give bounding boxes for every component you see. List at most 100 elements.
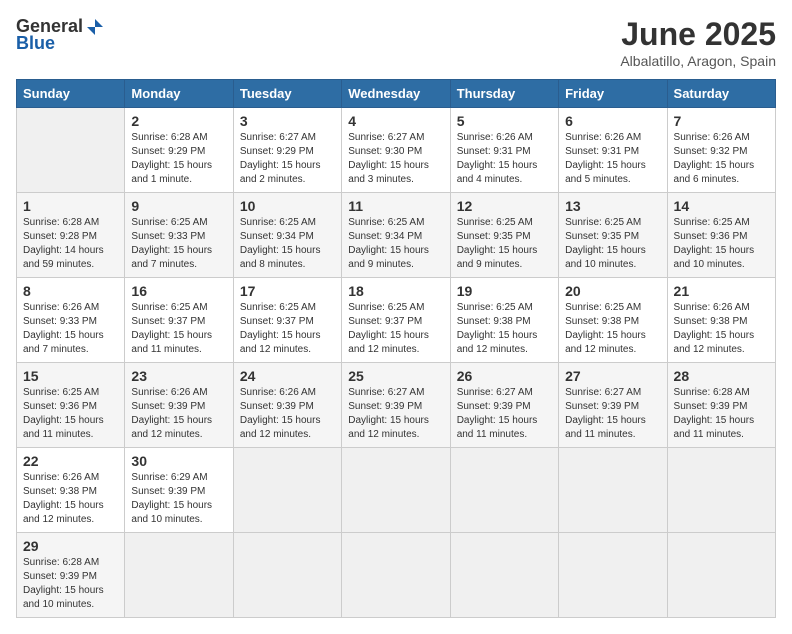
day-number: 1 xyxy=(23,198,118,214)
day-number: 27 xyxy=(565,368,660,384)
day-info: Sunrise: 6:27 AM Sunset: 9:29 PM Dayligh… xyxy=(240,131,335,187)
day-number: 24 xyxy=(240,368,335,384)
table-row: 10 Sunrise: 6:25 AM Sunset: 9:34 PM Dayl… xyxy=(233,193,341,278)
table-row xyxy=(342,448,450,533)
page-header: General Blue June 2025 Albalatillo, Arag… xyxy=(16,16,776,69)
day-number: 3 xyxy=(240,113,335,129)
day-number: 5 xyxy=(457,113,552,129)
table-row: 18 Sunrise: 6:25 AM Sunset: 9:37 PM Dayl… xyxy=(342,278,450,363)
day-info: Sunrise: 6:25 AM Sunset: 9:36 PM Dayligh… xyxy=(23,386,118,442)
day-info: Sunrise: 6:27 AM Sunset: 9:30 PM Dayligh… xyxy=(348,131,443,187)
calendar-row: 2 Sunrise: 6:28 AM Sunset: 9:29 PM Dayli… xyxy=(17,108,776,193)
header-thursday: Thursday xyxy=(450,80,558,108)
calendar-table: Sunday Monday Tuesday Wednesday Thursday… xyxy=(16,79,776,618)
day-number: 6 xyxy=(565,113,660,129)
table-row: 22 Sunrise: 6:26 AM Sunset: 9:38 PM Dayl… xyxy=(17,448,125,533)
day-info: Sunrise: 6:25 AM Sunset: 9:34 PM Dayligh… xyxy=(240,216,335,272)
day-info: Sunrise: 6:26 AM Sunset: 9:39 PM Dayligh… xyxy=(240,386,335,442)
day-number: 28 xyxy=(674,368,769,384)
table-row: 13 Sunrise: 6:25 AM Sunset: 9:35 PM Dayl… xyxy=(559,193,667,278)
day-info: Sunrise: 6:25 AM Sunset: 9:37 PM Dayligh… xyxy=(348,301,443,357)
table-row: 19 Sunrise: 6:25 AM Sunset: 9:38 PM Dayl… xyxy=(450,278,558,363)
table-row xyxy=(17,108,125,193)
day-number: 10 xyxy=(240,198,335,214)
table-row: 29 Sunrise: 6:28 AM Sunset: 9:39 PM Dayl… xyxy=(17,533,125,618)
day-number: 20 xyxy=(565,283,660,299)
table-row: 5 Sunrise: 6:26 AM Sunset: 9:31 PM Dayli… xyxy=(450,108,558,193)
table-row: 2 Sunrise: 6:28 AM Sunset: 9:29 PM Dayli… xyxy=(125,108,233,193)
table-row: 16 Sunrise: 6:25 AM Sunset: 9:37 PM Dayl… xyxy=(125,278,233,363)
calendar-row: 22 Sunrise: 6:26 AM Sunset: 9:38 PM Dayl… xyxy=(17,448,776,533)
table-row: 3 Sunrise: 6:27 AM Sunset: 9:29 PM Dayli… xyxy=(233,108,341,193)
table-row xyxy=(667,533,775,618)
logo-blue: Blue xyxy=(16,33,55,54)
day-info: Sunrise: 6:25 AM Sunset: 9:33 PM Dayligh… xyxy=(131,216,226,272)
day-number: 16 xyxy=(131,283,226,299)
table-row: 23 Sunrise: 6:26 AM Sunset: 9:39 PM Dayl… xyxy=(125,363,233,448)
day-number: 15 xyxy=(23,368,118,384)
table-row: 4 Sunrise: 6:27 AM Sunset: 9:30 PM Dayli… xyxy=(342,108,450,193)
header-sunday: Sunday xyxy=(17,80,125,108)
day-info: Sunrise: 6:26 AM Sunset: 9:31 PM Dayligh… xyxy=(565,131,660,187)
day-info: Sunrise: 6:25 AM Sunset: 9:35 PM Dayligh… xyxy=(457,216,552,272)
day-info: Sunrise: 6:27 AM Sunset: 9:39 PM Dayligh… xyxy=(457,386,552,442)
day-info: Sunrise: 6:28 AM Sunset: 9:28 PM Dayligh… xyxy=(23,216,118,272)
table-row: 12 Sunrise: 6:25 AM Sunset: 9:35 PM Dayl… xyxy=(450,193,558,278)
table-row: 15 Sunrise: 6:25 AM Sunset: 9:36 PM Dayl… xyxy=(17,363,125,448)
table-row xyxy=(667,448,775,533)
day-info: Sunrise: 6:28 AM Sunset: 9:39 PM Dayligh… xyxy=(23,556,118,612)
day-number: 2 xyxy=(131,113,226,129)
day-number: 14 xyxy=(674,198,769,214)
table-row: 28 Sunrise: 6:28 AM Sunset: 9:39 PM Dayl… xyxy=(667,363,775,448)
day-info: Sunrise: 6:25 AM Sunset: 9:37 PM Dayligh… xyxy=(240,301,335,357)
logo: General Blue xyxy=(16,16,105,54)
day-number: 29 xyxy=(23,538,118,554)
table-row xyxy=(450,533,558,618)
table-row: 11 Sunrise: 6:25 AM Sunset: 9:34 PM Dayl… xyxy=(342,193,450,278)
day-info: Sunrise: 6:26 AM Sunset: 9:32 PM Dayligh… xyxy=(674,131,769,187)
calendar-row: 15 Sunrise: 6:25 AM Sunset: 9:36 PM Dayl… xyxy=(17,363,776,448)
table-row: 30 Sunrise: 6:29 AM Sunset: 9:39 PM Dayl… xyxy=(125,448,233,533)
day-number: 25 xyxy=(348,368,443,384)
table-row: 26 Sunrise: 6:27 AM Sunset: 9:39 PM Dayl… xyxy=(450,363,558,448)
day-info: Sunrise: 6:26 AM Sunset: 9:31 PM Dayligh… xyxy=(457,131,552,187)
table-row: 1 Sunrise: 6:28 AM Sunset: 9:28 PM Dayli… xyxy=(17,193,125,278)
header-tuesday: Tuesday xyxy=(233,80,341,108)
day-info: Sunrise: 6:25 AM Sunset: 9:37 PM Dayligh… xyxy=(131,301,226,357)
day-number: 23 xyxy=(131,368,226,384)
calendar-row: 29 Sunrise: 6:28 AM Sunset: 9:39 PM Dayl… xyxy=(17,533,776,618)
title-area: June 2025 Albalatillo, Aragon, Spain xyxy=(620,16,776,69)
day-number: 8 xyxy=(23,283,118,299)
logo-icon xyxy=(85,17,105,37)
day-info: Sunrise: 6:28 AM Sunset: 9:29 PM Dayligh… xyxy=(131,131,226,187)
day-number: 11 xyxy=(348,198,443,214)
day-number: 21 xyxy=(674,283,769,299)
calendar-header-row: Sunday Monday Tuesday Wednesday Thursday… xyxy=(17,80,776,108)
day-number: 18 xyxy=(348,283,443,299)
table-row xyxy=(450,448,558,533)
day-info: Sunrise: 6:27 AM Sunset: 9:39 PM Dayligh… xyxy=(565,386,660,442)
header-saturday: Saturday xyxy=(667,80,775,108)
table-row: 8 Sunrise: 6:26 AM Sunset: 9:33 PM Dayli… xyxy=(17,278,125,363)
day-info: Sunrise: 6:26 AM Sunset: 9:38 PM Dayligh… xyxy=(674,301,769,357)
table-row xyxy=(233,448,341,533)
day-number: 12 xyxy=(457,198,552,214)
table-row xyxy=(125,533,233,618)
day-number: 17 xyxy=(240,283,335,299)
day-number: 9 xyxy=(131,198,226,214)
month-title: June 2025 xyxy=(620,16,776,53)
table-row xyxy=(342,533,450,618)
day-number: 22 xyxy=(23,453,118,469)
day-info: Sunrise: 6:28 AM Sunset: 9:39 PM Dayligh… xyxy=(674,386,769,442)
table-row xyxy=(559,448,667,533)
day-info: Sunrise: 6:29 AM Sunset: 9:39 PM Dayligh… xyxy=(131,471,226,527)
table-row: 27 Sunrise: 6:27 AM Sunset: 9:39 PM Dayl… xyxy=(559,363,667,448)
table-row: 24 Sunrise: 6:26 AM Sunset: 9:39 PM Dayl… xyxy=(233,363,341,448)
header-friday: Friday xyxy=(559,80,667,108)
day-info: Sunrise: 6:25 AM Sunset: 9:35 PM Dayligh… xyxy=(565,216,660,272)
table-row: 7 Sunrise: 6:26 AM Sunset: 9:32 PM Dayli… xyxy=(667,108,775,193)
day-number: 19 xyxy=(457,283,552,299)
day-number: 4 xyxy=(348,113,443,129)
header-wednesday: Wednesday xyxy=(342,80,450,108)
day-number: 26 xyxy=(457,368,552,384)
